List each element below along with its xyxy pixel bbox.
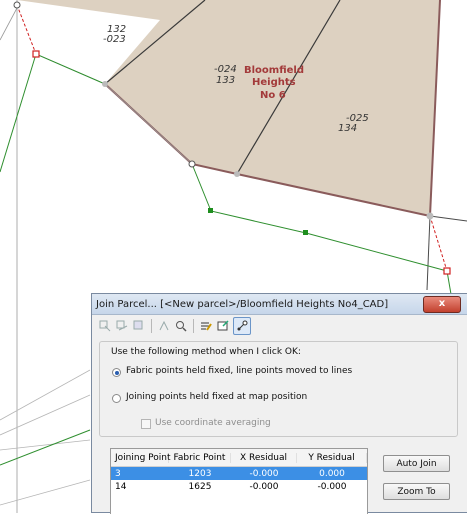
background-line xyxy=(0,394,91,436)
match-icon[interactable] xyxy=(157,319,171,333)
toolbar-separator xyxy=(193,319,194,333)
method-group: Use the following method when I click OK… xyxy=(99,341,458,437)
line-point[interactable] xyxy=(303,230,308,235)
fabric-point[interactable] xyxy=(102,81,108,87)
zoom-to-button[interactable]: Zoom To xyxy=(383,483,450,500)
parcel-line-label: -023 xyxy=(103,34,126,45)
joining-fixed-radio[interactable] xyxy=(112,394,121,403)
method-prompt: Use the following method when I click OK… xyxy=(111,347,301,357)
x-residual-cell: -0.000 xyxy=(249,468,279,479)
fabric-point-cell: 1625 xyxy=(188,481,212,492)
col-y-residual[interactable]: Y Residual xyxy=(297,452,367,463)
dialog-title: Join Parcel... [<New parcel>/Bloomfield … xyxy=(96,298,389,310)
joining-fixed-label[interactable]: Joining points held fixed at map positio… xyxy=(126,392,307,402)
col-x-residual[interactable]: X Residual xyxy=(231,452,297,463)
close-button[interactable]: x xyxy=(423,296,461,313)
fabric-fixed-label[interactable]: Fabric points held fixed, line points mo… xyxy=(126,366,352,376)
fabric-point[interactable] xyxy=(13,1,21,9)
fabric-point-cell: 1203 xyxy=(188,468,212,479)
parcel-fill xyxy=(17,0,440,216)
background-line xyxy=(426,215,431,291)
background-line xyxy=(0,439,91,451)
join-link xyxy=(429,215,448,272)
col-fabric-point[interactable]: Fabric Point xyxy=(169,452,231,463)
join-points-table: Joining Point Fabric Point X Residual Y … xyxy=(110,448,368,514)
select-lines-icon[interactable] xyxy=(115,319,129,333)
x-residual-cell: -0.000 xyxy=(249,481,279,492)
new-parcel-line xyxy=(0,53,106,173)
line-point[interactable] xyxy=(208,208,213,213)
join-parcel-dialog: Join Parcel... [<New parcel>/Bloomfield … xyxy=(91,293,467,514)
joining-point[interactable] xyxy=(32,50,40,58)
averaging-label: Use coordinate averaging xyxy=(155,418,271,428)
table-header: Joining Point Fabric Point X Residual Y … xyxy=(111,449,367,467)
join-link xyxy=(16,4,37,55)
select-points-icon[interactable] xyxy=(98,319,112,333)
parcel-id-label: 133 xyxy=(216,75,235,86)
joining-point[interactable] xyxy=(443,267,451,275)
table-edit-icon[interactable] xyxy=(216,319,230,333)
col-joining-point[interactable]: Joining Point xyxy=(111,452,171,463)
parcel-name-line: Heights xyxy=(252,77,296,88)
background-line xyxy=(0,479,91,506)
table-row[interactable]: 3 1203 -0.000 0.000 xyxy=(111,467,367,480)
parcel-id-label: 134 xyxy=(338,123,357,134)
toolbar-separator xyxy=(151,319,152,333)
fabric-point[interactable] xyxy=(234,171,240,177)
select-parcels-icon[interactable] xyxy=(132,319,146,333)
edit-icon[interactable] xyxy=(199,319,213,333)
background-line xyxy=(0,7,18,41)
snap-points-icon[interactable] xyxy=(233,317,251,335)
zoom-points-icon[interactable] xyxy=(174,319,188,333)
background-line xyxy=(429,215,467,222)
dialog-toolbar xyxy=(92,315,467,337)
parcel-name-line: No 6 xyxy=(260,90,286,101)
y-residual-cell: -0.000 xyxy=(317,481,347,492)
averaging-checkbox[interactable] xyxy=(141,419,151,429)
parcel-name-line: Bloomfield xyxy=(244,65,304,76)
y-residual-cell: 0.000 xyxy=(319,468,345,479)
parcel-line-label: -024 xyxy=(214,64,237,75)
dialog-titlebar[interactable]: Join Parcel... [<New parcel>/Bloomfield … xyxy=(92,294,467,315)
fabric-point[interactable] xyxy=(188,160,196,168)
fabric-point[interactable] xyxy=(426,212,434,220)
joining-point-cell: 14 xyxy=(115,481,127,492)
table-row[interactable]: 14 1625 -0.000 -0.000 xyxy=(111,480,367,493)
joining-point-cell: 3 xyxy=(115,468,121,479)
auto-join-button[interactable]: Auto Join xyxy=(383,455,450,472)
background-line xyxy=(0,369,91,421)
fabric-fixed-radio[interactable] xyxy=(112,368,121,377)
new-parcel-line xyxy=(0,429,91,466)
